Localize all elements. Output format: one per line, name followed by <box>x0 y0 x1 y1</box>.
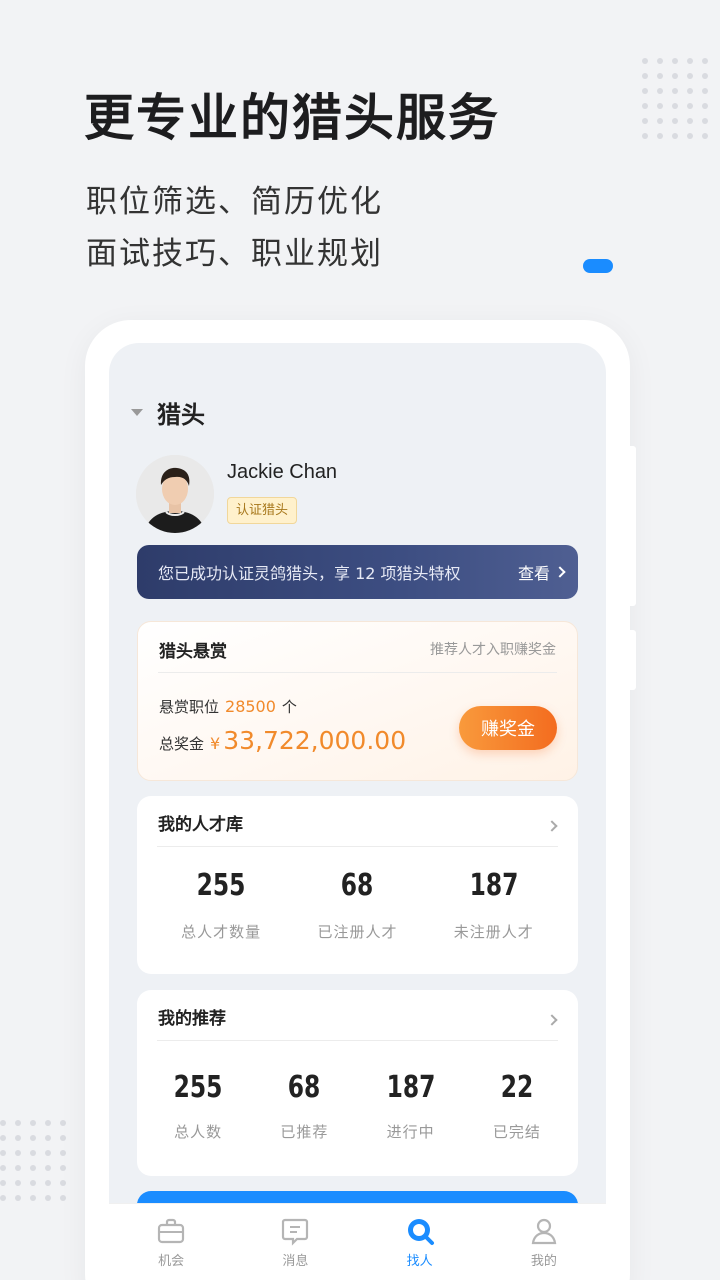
earn-bonus-button[interactable]: 赚奖金 <box>459 706 557 750</box>
reward-hint: 推荐人才入职赚奖金 <box>430 642 556 658</box>
decor-dots-bottom-left <box>0 1120 66 1201</box>
tab-label: 我的 <box>530 1254 557 1269</box>
chevron-right-icon <box>542 1009 558 1028</box>
search-person-icon <box>407 1219 434 1245</box>
briefcase-icon <box>158 1218 185 1244</box>
talent-pool-card[interactable]: 我的人才库 255 总人才数量 68 已注册人才 187 未注册人才 <box>137 796 578 974</box>
bottom-tab-bar: 机会 消息 找人 我的 <box>109 1203 606 1280</box>
phone-side-button <box>630 446 636 606</box>
total-label: 总奖金 <box>159 735 205 753</box>
message-icon <box>282 1218 309 1246</box>
stat-label: 已注册人才 <box>317 923 398 941</box>
stat-label: 总人才数量 <box>181 923 262 941</box>
chevron-right-icon <box>554 566 566 578</box>
divider <box>158 672 557 673</box>
user-name: Jackie Chan <box>227 461 338 483</box>
stat-value: 187 <box>386 1070 436 1105</box>
total-value: 33,722,000.00 <box>223 726 407 755</box>
stat-value: 255 <box>196 868 246 903</box>
section-header[interactable]: 猎头 <box>131 395 205 430</box>
recommend-stats: 255 总人数 68 已推荐 187 进行中 22 已完结 <box>137 1070 578 1142</box>
stat-label: 总人数 <box>174 1123 223 1141</box>
stat-value: 68 <box>341 868 374 903</box>
reward-positions-row: 悬赏职位 28500 个 <box>159 696 297 717</box>
stat-item[interactable]: 187 进行中 <box>361 1070 461 1142</box>
stat-item[interactable]: 255 总人数 <box>148 1070 248 1142</box>
stat-label: 已完结 <box>492 1123 541 1141</box>
hero-title: 更专业的猎头服务 <box>84 89 500 147</box>
reward-total-row: 总奖金 ¥ 33,722,000.00 <box>159 726 406 755</box>
divider <box>157 1040 558 1041</box>
banner-text: 您已成功认证灵鸽猎头，享 12 项猎头特权 <box>158 564 461 583</box>
stat-value: 68 <box>288 1070 321 1105</box>
phone-screen: 猎头 Jackie Chan 认证猎头 您已成功认证灵鸽猎头，享 12 项猎头特… <box>109 343 606 1280</box>
person-avatar-icon <box>136 455 214 533</box>
page-indicator <box>583 259 613 273</box>
stat-value: 187 <box>469 868 519 903</box>
positions-value: 28500 <box>225 697 276 716</box>
stat-label: 未注册人才 <box>453 923 534 941</box>
caret-down-icon <box>131 409 143 416</box>
banner-link-label: 查看 <box>517 564 550 583</box>
tab-opportunity[interactable]: 机会 <box>121 1204 221 1280</box>
tab-label: 机会 <box>158 1254 185 1269</box>
stat-item[interactable]: 68 已注册人才 <box>292 868 422 942</box>
tab-mine[interactable]: 我的 <box>494 1204 594 1280</box>
reward-title: 猎头悬赏 <box>159 642 227 662</box>
stat-label: 已推荐 <box>280 1123 329 1141</box>
tab-label: 找人 <box>406 1254 433 1269</box>
chevron-right-icon <box>542 815 558 834</box>
tab-messages[interactable]: 消息 <box>245 1204 345 1280</box>
decor-dots-top-right <box>642 58 708 139</box>
reward-card: 猎头悬赏 推荐人才入职赚奖金 悬赏职位 28500 个 总奖金 ¥ 33,722… <box>137 621 578 781</box>
profile-icon <box>531 1218 557 1245</box>
stat-item[interactable]: 255 总人才数量 <box>156 868 286 942</box>
talent-stats: 255 总人才数量 68 已注册人才 187 未注册人才 <box>137 868 578 942</box>
positions-label: 悬赏职位 <box>159 698 220 716</box>
positions-unit: 个 <box>281 698 297 716</box>
phone-side-button <box>630 630 636 690</box>
stat-value: 255 <box>173 1070 223 1105</box>
stat-label: 进行中 <box>386 1123 435 1141</box>
stat-value: 22 <box>500 1070 534 1105</box>
banner-view-link[interactable]: 查看 <box>517 560 566 584</box>
stat-item[interactable]: 187 未注册人才 <box>429 868 559 942</box>
stat-item[interactable]: 22 已完结 <box>467 1070 567 1142</box>
stat-item[interactable]: 68 已推荐 <box>254 1070 354 1142</box>
recommend-card[interactable]: 我的推荐 255 总人数 68 已推荐 187 进行中 22 已完结 <box>137 990 578 1176</box>
hero-subtitle-line2: 面试技巧、职业规划 <box>86 236 383 272</box>
verified-badge: 认证猎头 <box>227 497 298 524</box>
avatar[interactable] <box>136 455 214 533</box>
divider <box>157 846 558 847</box>
tab-find-people[interactable]: 找人 <box>370 1204 470 1280</box>
currency-symbol: ¥ <box>210 734 221 753</box>
section-title: 猎头 <box>157 401 205 429</box>
certification-banner[interactable]: 您已成功认证灵鸽猎头，享 12 项猎头特权 查看 <box>137 545 578 599</box>
recommend-title: 我的推荐 <box>158 1009 226 1029</box>
tab-label: 消息 <box>282 1254 309 1269</box>
hero-subtitle-line1: 职位筛选、简历优化 <box>86 184 383 220</box>
talent-pool-title: 我的人才库 <box>158 815 243 835</box>
